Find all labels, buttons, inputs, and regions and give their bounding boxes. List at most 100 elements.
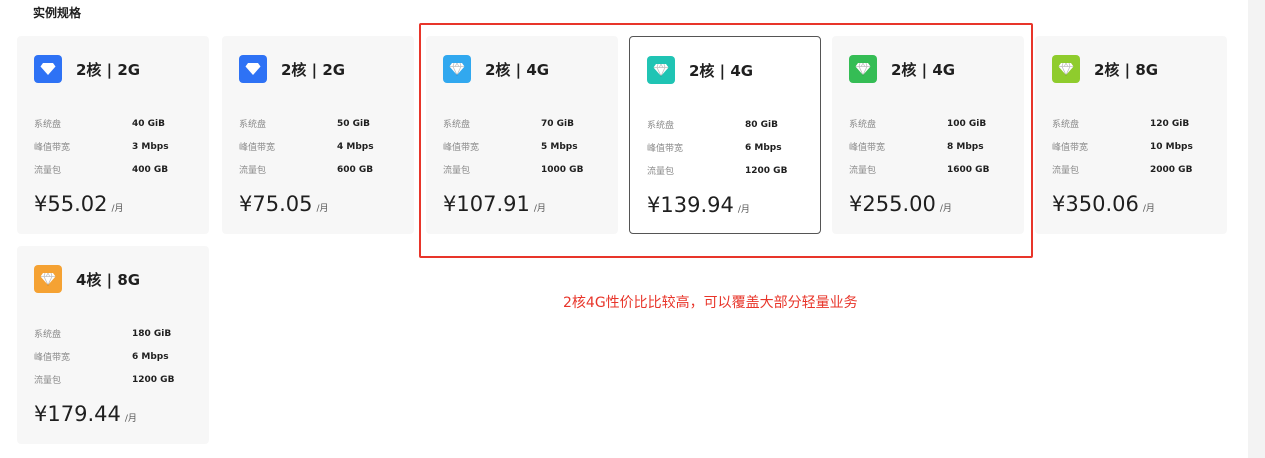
plan-title: 2核 | 8G [1094, 60, 1159, 79]
plan-header: 2核 | 4G [647, 55, 753, 85]
plan-card[interactable]: 2核 | 2G 系统盘 40 GiB 峰值带宽 3 Mbps 流量包 400 G… [17, 36, 209, 234]
plan-title: 2核 | 4G [689, 61, 754, 80]
spec-row-bandwidth: 峰值带宽 5 Mbps [443, 135, 603, 158]
plan-title: 2核 | 4G [891, 60, 956, 79]
spec-row-disk: 系统盘 100 GiB [849, 112, 1009, 135]
price-amount: ¥75.05 [239, 192, 313, 216]
plan-card[interactable]: 2核 | 4G 系统盘 80 GiB 峰值带宽 6 Mbps 流量包 1200 … [629, 36, 821, 234]
spec-row-disk: 系统盘 80 GiB [647, 113, 807, 136]
price-unit: /月 [111, 204, 124, 214]
plan-card[interactable]: 2核 | 2G 系统盘 50 GiB 峰值带宽 4 Mbps 流量包 600 G… [222, 36, 414, 234]
spec-row-disk: 系统盘 70 GiB [443, 112, 603, 135]
disk-label: 系统盘 [34, 120, 62, 130]
price-amount: ¥139.94 [647, 193, 734, 217]
bandwidth-label: 峰值带宽 [239, 143, 276, 153]
spec-row-bandwidth: 峰值带宽 6 Mbps [34, 345, 194, 368]
price-amount: ¥107.91 [443, 192, 530, 216]
plan-header: 2核 | 2G [239, 54, 345, 84]
plan-header: 2核 | 4G [849, 54, 955, 84]
spec-row-traffic: 流量包 600 GB [239, 158, 399, 181]
traffic-label: 流量包 [1052, 166, 1080, 176]
traffic-label: 流量包 [849, 166, 877, 176]
plan-specs: 系统盘 70 GiB 峰值带宽 5 Mbps 流量包 1000 GB [443, 112, 603, 181]
bandwidth-value: 6 Mbps [132, 351, 169, 362]
traffic-label: 流量包 [34, 166, 62, 176]
price-unit: /月 [939, 204, 952, 214]
plan-specs: 系统盘 80 GiB 峰值带宽 6 Mbps 流量包 1200 GB [647, 113, 807, 182]
scrollbar-track[interactable] [1248, 0, 1265, 458]
diamond-icon [34, 55, 62, 83]
plan-title: 2核 | 2G [281, 60, 346, 79]
plan-title: 2核 | 2G [76, 60, 141, 79]
bandwidth-label: 峰值带宽 [1052, 143, 1089, 153]
disk-label: 系统盘 [34, 330, 62, 340]
price-unit: /月 [124, 414, 137, 424]
plan-header: 2核 | 4G [443, 54, 549, 84]
traffic-value: 1600 GB [947, 164, 990, 175]
spec-row-disk: 系统盘 180 GiB [34, 322, 194, 345]
plan-card[interactable]: 4核 | 8G 系统盘 180 GiB 峰值带宽 6 Mbps 流量包 1200… [17, 246, 209, 444]
disk-label: 系统盘 [239, 120, 267, 130]
disk-value: 70 GiB [541, 118, 574, 129]
bandwidth-value: 8 Mbps [947, 141, 984, 152]
gem-icon [34, 265, 62, 293]
disk-value: 50 GiB [337, 118, 370, 129]
diamond-icon [239, 55, 267, 83]
plan-card[interactable]: 2核 | 4G 系统盘 100 GiB 峰值带宽 8 Mbps 流量包 1600… [832, 36, 1024, 234]
spec-row-traffic: 流量包 1200 GB [647, 159, 807, 182]
plan-title: 4核 | 8G [76, 270, 141, 289]
bandwidth-value: 10 Mbps [1150, 141, 1193, 152]
bandwidth-value: 5 Mbps [541, 141, 578, 152]
plan-title: 2核 | 4G [485, 60, 550, 79]
bandwidth-label: 峰值带宽 [443, 143, 480, 153]
price-amount: ¥255.00 [849, 192, 936, 216]
plan-price: ¥179.44 /月 [34, 402, 137, 426]
plan-card[interactable]: 2核 | 4G 系统盘 70 GiB 峰值带宽 5 Mbps 流量包 1000 … [426, 36, 618, 234]
disk-value: 120 GiB [1150, 118, 1190, 129]
traffic-value: 1200 GB [132, 374, 175, 385]
plan-specs: 系统盘 120 GiB 峰值带宽 10 Mbps 流量包 2000 GB [1052, 112, 1212, 181]
traffic-value: 2000 GB [1150, 164, 1193, 175]
plan-specs: 系统盘 50 GiB 峰值带宽 4 Mbps 流量包 600 GB [239, 112, 399, 181]
plan-price: ¥55.02 /月 [34, 192, 124, 216]
price-unit: /月 [316, 204, 329, 214]
spec-row-bandwidth: 峰值带宽 6 Mbps [647, 136, 807, 159]
spec-row-bandwidth: 峰值带宽 4 Mbps [239, 135, 399, 158]
traffic-label: 流量包 [34, 376, 62, 386]
disk-value: 180 GiB [132, 328, 172, 339]
spec-row-disk: 系统盘 120 GiB [1052, 112, 1212, 135]
disk-value: 100 GiB [947, 118, 987, 129]
price-unit: /月 [533, 204, 546, 214]
plan-header: 2核 | 2G [34, 54, 140, 84]
disk-value: 80 GiB [745, 119, 778, 130]
spec-row-bandwidth: 峰值带宽 8 Mbps [849, 135, 1009, 158]
traffic-label: 流量包 [647, 167, 675, 177]
gem-icon [849, 55, 877, 83]
bandwidth-value: 6 Mbps [745, 142, 782, 153]
spec-row-disk: 系统盘 50 GiB [239, 112, 399, 135]
spec-row-disk: 系统盘 40 GiB [34, 112, 194, 135]
gem-icon [647, 56, 675, 84]
traffic-value: 600 GB [337, 164, 374, 175]
plan-header: 2核 | 8G [1052, 54, 1158, 84]
disk-label: 系统盘 [1052, 120, 1080, 130]
disk-label: 系统盘 [443, 120, 471, 130]
price-amount: ¥350.06 [1052, 192, 1139, 216]
spec-row-traffic: 流量包 2000 GB [1052, 158, 1212, 181]
bandwidth-value: 4 Mbps [337, 141, 374, 152]
traffic-value: 1200 GB [745, 165, 788, 176]
gem-icon [1052, 55, 1080, 83]
price-unit: /月 [737, 205, 750, 215]
plan-card[interactable]: 2核 | 8G 系统盘 120 GiB 峰值带宽 10 Mbps 流量包 200… [1035, 36, 1227, 234]
plan-specs: 系统盘 40 GiB 峰值带宽 3 Mbps 流量包 400 GB [34, 112, 194, 181]
spec-row-bandwidth: 峰值带宽 3 Mbps [34, 135, 194, 158]
traffic-value: 1000 GB [541, 164, 584, 175]
plan-specs: 系统盘 100 GiB 峰值带宽 8 Mbps 流量包 1600 GB [849, 112, 1009, 181]
spec-row-traffic: 流量包 1600 GB [849, 158, 1009, 181]
traffic-value: 400 GB [132, 164, 169, 175]
bandwidth-label: 峰值带宽 [849, 143, 886, 153]
price-amount: ¥179.44 [34, 402, 121, 426]
plan-price: ¥255.00 /月 [849, 192, 952, 216]
bandwidth-label: 峰值带宽 [34, 353, 71, 363]
disk-value: 40 GiB [132, 118, 165, 129]
